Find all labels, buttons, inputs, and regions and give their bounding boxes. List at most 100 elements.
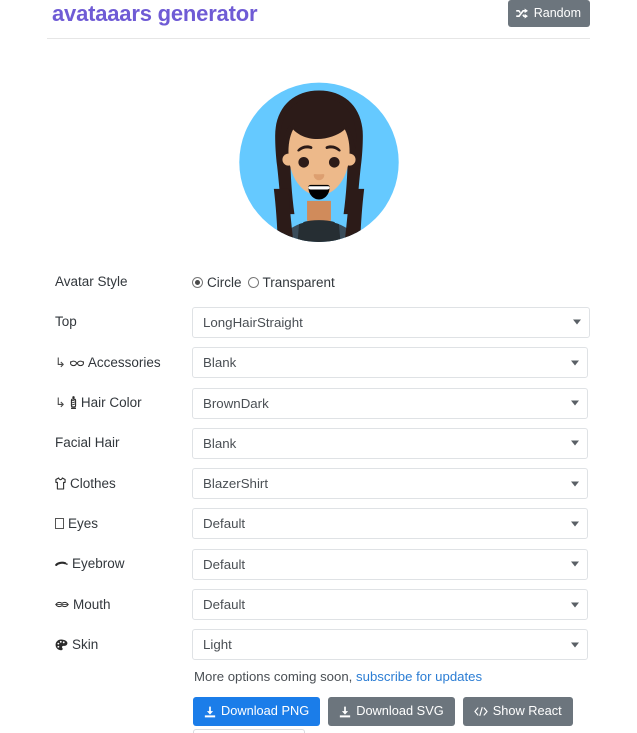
select-eyes-value: Default: [203, 516, 246, 532]
select-hair-color[interactable]: BrownDark: [192, 387, 588, 419]
palette-icon: [55, 639, 68, 651]
top-control: LongHairStraight: [192, 306, 590, 338]
random-button[interactable]: Random: [507, 0, 590, 27]
label-text: Hair Color: [80, 395, 142, 411]
chevron-down-icon: [573, 319, 581, 325]
form-row-clothes: Clothes BlazerShirt: [0, 463, 637, 503]
label-text: Avatar Style: [55, 274, 128, 290]
label-hair-color: ↳ Hair Color: [55, 394, 142, 412]
header-divider: [47, 38, 590, 39]
more-options-note: More options coming soon, subscribe for …: [194, 669, 482, 684]
chevron-down-icon: [571, 400, 579, 406]
facial-hair-control: Blank: [192, 427, 588, 459]
label-text: Top: [55, 314, 77, 330]
clothes-control: BlazerShirt: [192, 468, 588, 500]
download-icon: [339, 706, 351, 718]
select-clothes[interactable]: BlazerShirt: [192, 468, 588, 500]
chevron-down-icon: [571, 521, 579, 527]
select-hair-color-value: BrownDark: [203, 395, 269, 411]
hair-color-control: BrownDark: [192, 387, 588, 419]
tshirt-icon: [55, 477, 66, 490]
download-svg-button[interactable]: Download SVG: [328, 697, 455, 726]
select-eyes[interactable]: Default: [192, 508, 588, 540]
select-mouth-value: Default: [203, 597, 246, 613]
mouth-control: Default: [192, 589, 588, 621]
radio-option-transparent[interactable]: Transparent: [247, 274, 335, 290]
form-row-skin: Skin Light: [0, 625, 637, 665]
radio-circle-label: Circle: [207, 274, 242, 290]
missing-glyph-icon: [55, 518, 64, 530]
chevron-down-icon: [571, 481, 579, 487]
form-row-hair-color: ↳ Hair Color BrownDark: [0, 383, 637, 423]
accessories-control: Blank: [192, 347, 588, 379]
select-skin-value: Light: [203, 637, 232, 653]
page-title: avataaars generator: [52, 1, 258, 26]
chevron-down-icon: [571, 642, 579, 648]
label-text: Accessories: [87, 354, 161, 370]
options-form: Avatar Style Circle Transparent Top Long…: [0, 262, 637, 665]
label-skin: Skin: [55, 636, 98, 654]
label-text: Mouth: [73, 596, 111, 612]
show-react-button[interactable]: Show React: [462, 697, 573, 726]
select-eyebrow[interactable]: Default: [192, 548, 588, 580]
download-icon: [204, 706, 216, 718]
chevron-down-icon: [571, 360, 579, 366]
code-icon: [474, 706, 488, 717]
label-text: Clothes: [70, 475, 116, 491]
download-png-button[interactable]: Download PNG: [193, 697, 321, 726]
select-top-value: LongHairStraight: [203, 314, 303, 330]
select-facial-hair[interactable]: Blank: [192, 427, 588, 459]
label-clothes: Clothes: [55, 475, 116, 493]
select-clothes-value: BlazerShirt: [203, 476, 269, 492]
label-facial-hair: Facial Hair: [55, 434, 120, 452]
radio-circle[interactable]: [192, 276, 203, 288]
chevron-down-icon: [571, 440, 579, 446]
action-buttons: Download PNG Download SVG Show React: [193, 697, 573, 726]
avatar-eye-right: [328, 156, 340, 168]
eyebrow-icon: [55, 561, 68, 567]
select-skin[interactable]: Light: [192, 629, 588, 661]
download-png-label: Download PNG: [221, 703, 310, 719]
more-options-text: More options coming soon,: [194, 669, 353, 684]
select-accessories-value: Blank: [203, 355, 237, 371]
form-row-accessories: ↳ Accessories Blank: [0, 343, 637, 383]
mouth-icon: [55, 601, 69, 608]
sub-arrow-icon: ↳: [55, 395, 66, 411]
label-top: Top: [55, 313, 77, 331]
label-text: Eyebrow: [72, 556, 125, 572]
label-text: Skin: [72, 636, 99, 652]
label-eyes: Eyes: [55, 515, 98, 533]
avatar-style-control: Circle Transparent: [192, 275, 335, 290]
chevron-down-icon: [571, 602, 579, 608]
avatar-preview[interactable]: [0, 56, 637, 242]
form-row-facial-hair: Facial Hair Blank: [0, 423, 637, 463]
skin-control: Light: [192, 629, 588, 661]
eyebrow-control: Default: [192, 548, 588, 580]
random-button-label: Random: [533, 6, 581, 21]
form-row-avatar-style: Avatar Style Circle Transparent: [0, 262, 637, 302]
radio-transparent-label: Transparent: [262, 274, 335, 290]
cut-off-panel-below: [193, 729, 305, 733]
avatar-eye-left: [297, 156, 309, 168]
select-facial-hair-value: Blank: [203, 435, 237, 451]
label-text: Eyes: [68, 515, 99, 531]
barber-pole-icon: [70, 396, 77, 410]
avataaars-generator-page: avataaars generator Random Avatar Style …: [0, 0, 637, 733]
subscribe-link[interactable]: subscribe for updates: [356, 669, 482, 684]
select-accessories[interactable]: Blank: [192, 347, 588, 379]
avatar-svg: [238, 82, 399, 242]
glasses-icon: [69, 359, 84, 367]
form-row-mouth: Mouth Default: [0, 584, 637, 624]
select-mouth[interactable]: Default: [192, 589, 588, 621]
label-avatar-style: Avatar Style: [55, 273, 128, 291]
eyes-control: Default: [192, 508, 588, 540]
form-row-top: Top LongHairStraight: [0, 302, 637, 342]
chevron-down-icon: [571, 561, 579, 567]
label-text: Facial Hair: [55, 435, 120, 451]
radio-transparent[interactable]: [247, 276, 259, 288]
form-row-eyebrow: Eyebrow Default: [0, 544, 637, 584]
select-top[interactable]: LongHairStraight: [192, 306, 590, 338]
show-react-label: Show React: [492, 703, 562, 719]
sub-arrow-icon: ↳: [55, 354, 66, 370]
radio-option-circle[interactable]: Circle: [192, 275, 242, 290]
